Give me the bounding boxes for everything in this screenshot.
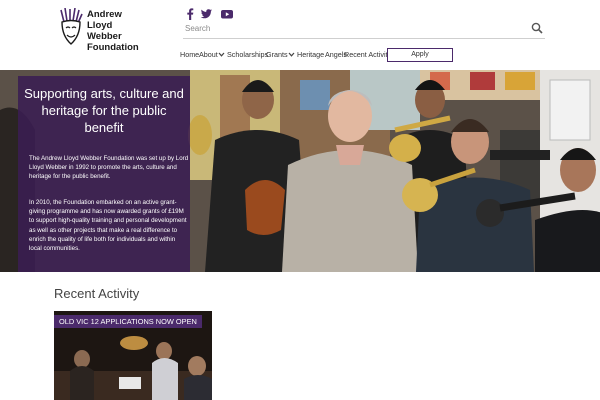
nav-about[interactable]: About	[199, 50, 218, 59]
nav-heritage[interactable]: Heritage	[297, 50, 324, 59]
chevron-down-icon[interactable]	[218, 51, 225, 58]
recent-activity-heading: Recent Activity	[54, 286, 140, 301]
nav-home[interactable]: Home	[180, 50, 199, 59]
youtube-icon[interactable]	[220, 7, 234, 21]
facebook-icon[interactable]	[183, 7, 197, 21]
nav-recent-activity[interactable]: Recent Activity	[344, 50, 391, 59]
hero-paragraph: In 2010, the Foundation embarked on an a…	[29, 199, 187, 253]
nav-grants[interactable]: Grants	[266, 50, 288, 59]
apply-button[interactable]: Apply	[387, 48, 453, 62]
hero-paragraph: The Andrew Lloyd Webber Foundation was s…	[29, 155, 189, 181]
card-title[interactable]: OLD VIC 12 APPLICATIONS NOW OPEN	[54, 315, 202, 328]
site-logo[interactable]: Andrew Lloyd Webber Foundation	[58, 8, 148, 54]
hero-info-panel: Supporting arts, culture and heritage fo…	[18, 76, 190, 272]
hero-title: Supporting arts, culture and heritage fo…	[24, 86, 184, 135]
search-bar	[183, 20, 545, 39]
logo-text: Andrew Lloyd Webber Foundation	[87, 9, 139, 53]
search-icon[interactable]	[531, 22, 543, 34]
recent-activity-card[interactable]: OLD VIC 12 APPLICATIONS NOW OPEN	[54, 311, 212, 400]
logo-mask-icon	[60, 8, 83, 45]
nav-scholarships[interactable]: Scholarships	[227, 50, 268, 59]
chevron-down-icon[interactable]	[288, 51, 295, 58]
search-input[interactable]	[183, 20, 517, 37]
twitter-icon[interactable]	[199, 7, 213, 21]
